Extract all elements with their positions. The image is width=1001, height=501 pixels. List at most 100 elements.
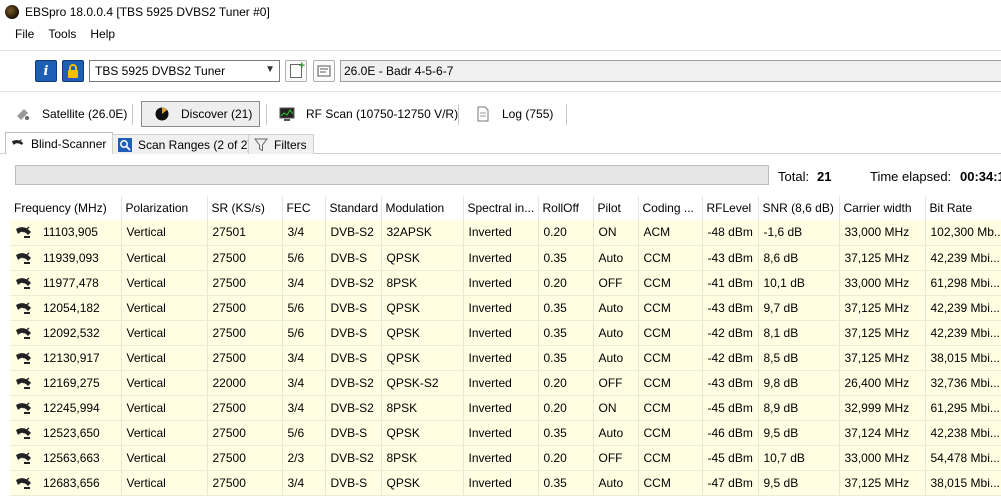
table-cell: 5/6 <box>282 320 326 346</box>
tab-scan-ranges[interactable]: Scan Ranges (2 of 2) <box>112 134 259 154</box>
table-row[interactable]: 12523,650 Vertical 27500 5/6 DVB-S QPSK Invert… <box>10 420 1001 446</box>
tab-separator <box>266 104 267 125</box>
info-button[interactable]: i <box>35 60 57 82</box>
dish-icon <box>16 252 31 264</box>
discover-icon <box>154 106 170 122</box>
tuner-select[interactable]: TBS 5925 DVBS2 Tuner ▼ <box>89 60 280 82</box>
table-cell: 12130,917 <box>10 345 122 371</box>
frequency-value: 12169,275 <box>43 375 100 390</box>
table-cell: DVB-S2 <box>325 370 382 396</box>
menu-file[interactable]: File <box>8 23 41 46</box>
column-header[interactable]: Standard <box>325 196 382 220</box>
table-cell: Vertical <box>121 345 208 371</box>
table-cell: Vertical <box>121 445 208 471</box>
table-cell: 61,298 Mbi... <box>925 270 1001 296</box>
tab-filters-label: Filters <box>274 137 307 152</box>
column-header[interactable]: SR (KS/s) <box>207 196 283 220</box>
table-cell: 12054,182 <box>10 295 122 321</box>
table-cell: 0.35 <box>538 470 594 496</box>
table-cell: 27501 <box>207 220 283 246</box>
column-header[interactable]: RollOff <box>538 196 594 220</box>
column-header[interactable]: FEC <box>282 196 326 220</box>
column-header[interactable]: Modulation <box>381 196 464 220</box>
table-cell: -42 dBm <box>702 320 759 346</box>
magnifier-icon <box>118 137 132 152</box>
table-cell: 10,1 dB <box>758 270 840 296</box>
frequency-value: 11103,905 <box>43 225 98 240</box>
table-cell: -46 dBm <box>702 420 759 446</box>
tab-rf-scan-label: RF Scan (10750-12750 V/R) <box>306 107 459 121</box>
table-row[interactable]: 11103,905 Vertical 27501 3/4 DVB-S2 32APSK Inv… <box>10 220 1001 246</box>
table-cell: OFF <box>593 370 639 396</box>
table-cell: 38,015 Mbi... <box>925 345 1001 371</box>
table-row[interactable]: 12245,994 Vertical 27500 3/4 DVB-S2 8PSK Inver… <box>10 395 1001 421</box>
table-cell: ON <box>593 220 639 246</box>
menu-help[interactable]: Help <box>83 23 122 46</box>
table-cell: DVB-S <box>325 245 382 271</box>
tab-rf-scan[interactable]: RF Scan (10750-12750 V/R) <box>279 101 458 127</box>
column-header[interactable]: Pilot <box>593 196 639 220</box>
table-row[interactable]: 11939,093 Vertical 27500 5/6 DVB-S QPSK Invert… <box>10 245 1001 271</box>
column-header[interactable]: Frequency (MHz) <box>10 196 122 220</box>
table-cell: 11977,478 <box>10 270 122 296</box>
table-row[interactable]: 12130,917 Vertical 27500 3/4 DVB-S QPSK Invert… <box>10 345 1001 371</box>
results-table: Frequency (MHz) Polarization SR (KS/s) FEC S… <box>10 196 1001 496</box>
table-header: Frequency (MHz) Polarization SR (KS/s) FEC S… <box>10 196 1001 220</box>
table-row[interactable]: 12092,532 Vertical 27500 5/6 DVB-S QPSK Invert… <box>10 320 1001 346</box>
add-tuner-button[interactable]: + <box>285 60 307 82</box>
satellite-field-value: 26.0E - Badr 4-5-6-7 <box>344 64 454 78</box>
frequency-value: 12523,650 <box>43 425 100 440</box>
table-cell: DVB-S <box>325 470 382 496</box>
menu-tools[interactable]: Tools <box>41 23 83 46</box>
satellite-config-button[interactable] <box>313 60 335 82</box>
table-row[interactable]: 12563,663 Vertical 27500 2/3 DVB-S2 8PSK Inver… <box>10 445 1001 471</box>
main-tabs: Satellite (26.0E) Discover (21) RF Scan … <box>0 96 1001 132</box>
column-header[interactable]: Polarization <box>121 196 208 220</box>
table-row[interactable]: 12054,182 Vertical 27500 5/6 DVB-S QPSK Invert… <box>10 295 1001 321</box>
lock-button[interactable] <box>62 60 84 82</box>
column-header[interactable]: Spectral in... <box>463 196 539 220</box>
tab-log[interactable]: Log (755) <box>475 101 553 127</box>
table-cell: 8PSK <box>381 270 464 296</box>
table-cell: QPSK <box>381 345 464 371</box>
tab-filters[interactable]: Filters <box>248 134 314 154</box>
table-cell: Inverted <box>463 370 539 396</box>
table-row[interactable]: 12683,656 Vertical 27500 3/4 DVB-S QPSK Invert… <box>10 470 1001 496</box>
tab-log-label: Log (755) <box>502 107 554 121</box>
column-header[interactable]: Carrier width <box>839 196 926 220</box>
column-header[interactable]: SNR (8,6 dB) <box>758 196 840 220</box>
table-cell: Auto <box>593 245 639 271</box>
table-cell: 9,5 dB <box>758 420 840 446</box>
toolbar: i TBS 5925 DVBS2 Tuner ▼ + 26.0E - Badr … <box>0 50 1001 92</box>
table-cell: 2/3 <box>282 445 326 471</box>
column-header[interactable]: Coding ... <box>638 196 703 220</box>
table-cell: 37,125 MHz <box>839 245 926 271</box>
column-header[interactable]: RFLevel <box>702 196 759 220</box>
tab-satellite[interactable]: Satellite (26.0E) <box>15 101 127 127</box>
frequency-value: 12092,532 <box>43 325 100 340</box>
table-cell: 0.20 <box>538 395 594 421</box>
column-header[interactable]: Bit Rate <box>925 196 1001 220</box>
table-cell: Inverted <box>463 445 539 471</box>
frequency-value: 12245,994 <box>43 400 100 415</box>
satellite-field[interactable]: 26.0E - Badr 4-5-6-7 <box>340 60 1001 82</box>
elapsed-value: 00:34:1 <box>960 169 1001 184</box>
table-cell: Inverted <box>463 470 539 496</box>
document-icon <box>475 106 491 122</box>
table-cell: DVB-S <box>325 420 382 446</box>
table-row[interactable]: 11977,478 Vertical 27500 3/4 DVB-S2 8PSK Inver… <box>10 270 1001 296</box>
table-cell: 12683,656 <box>10 470 122 496</box>
table-cell: 3/4 <box>282 370 326 396</box>
tab-discover[interactable]: Discover (21) <box>141 101 261 127</box>
table-cell: 33,000 MHz <box>839 270 926 296</box>
dish-icon <box>16 377 31 389</box>
table-cell: 0.35 <box>538 245 594 271</box>
table-cell: Auto <box>593 470 639 496</box>
table-cell: 42,238 Mbi... <box>925 420 1001 446</box>
table-row[interactable]: 12169,275 Vertical 22000 3/4 DVB-S2 QPSK-S2 In… <box>10 370 1001 396</box>
tab-blind-scanner[interactable]: Blind-Scanner <box>5 132 114 154</box>
table-cell: Inverted <box>463 345 539 371</box>
satellite-icon <box>15 106 31 122</box>
table-cell: 12523,650 <box>10 420 122 446</box>
table-cell: Auto <box>593 345 639 371</box>
